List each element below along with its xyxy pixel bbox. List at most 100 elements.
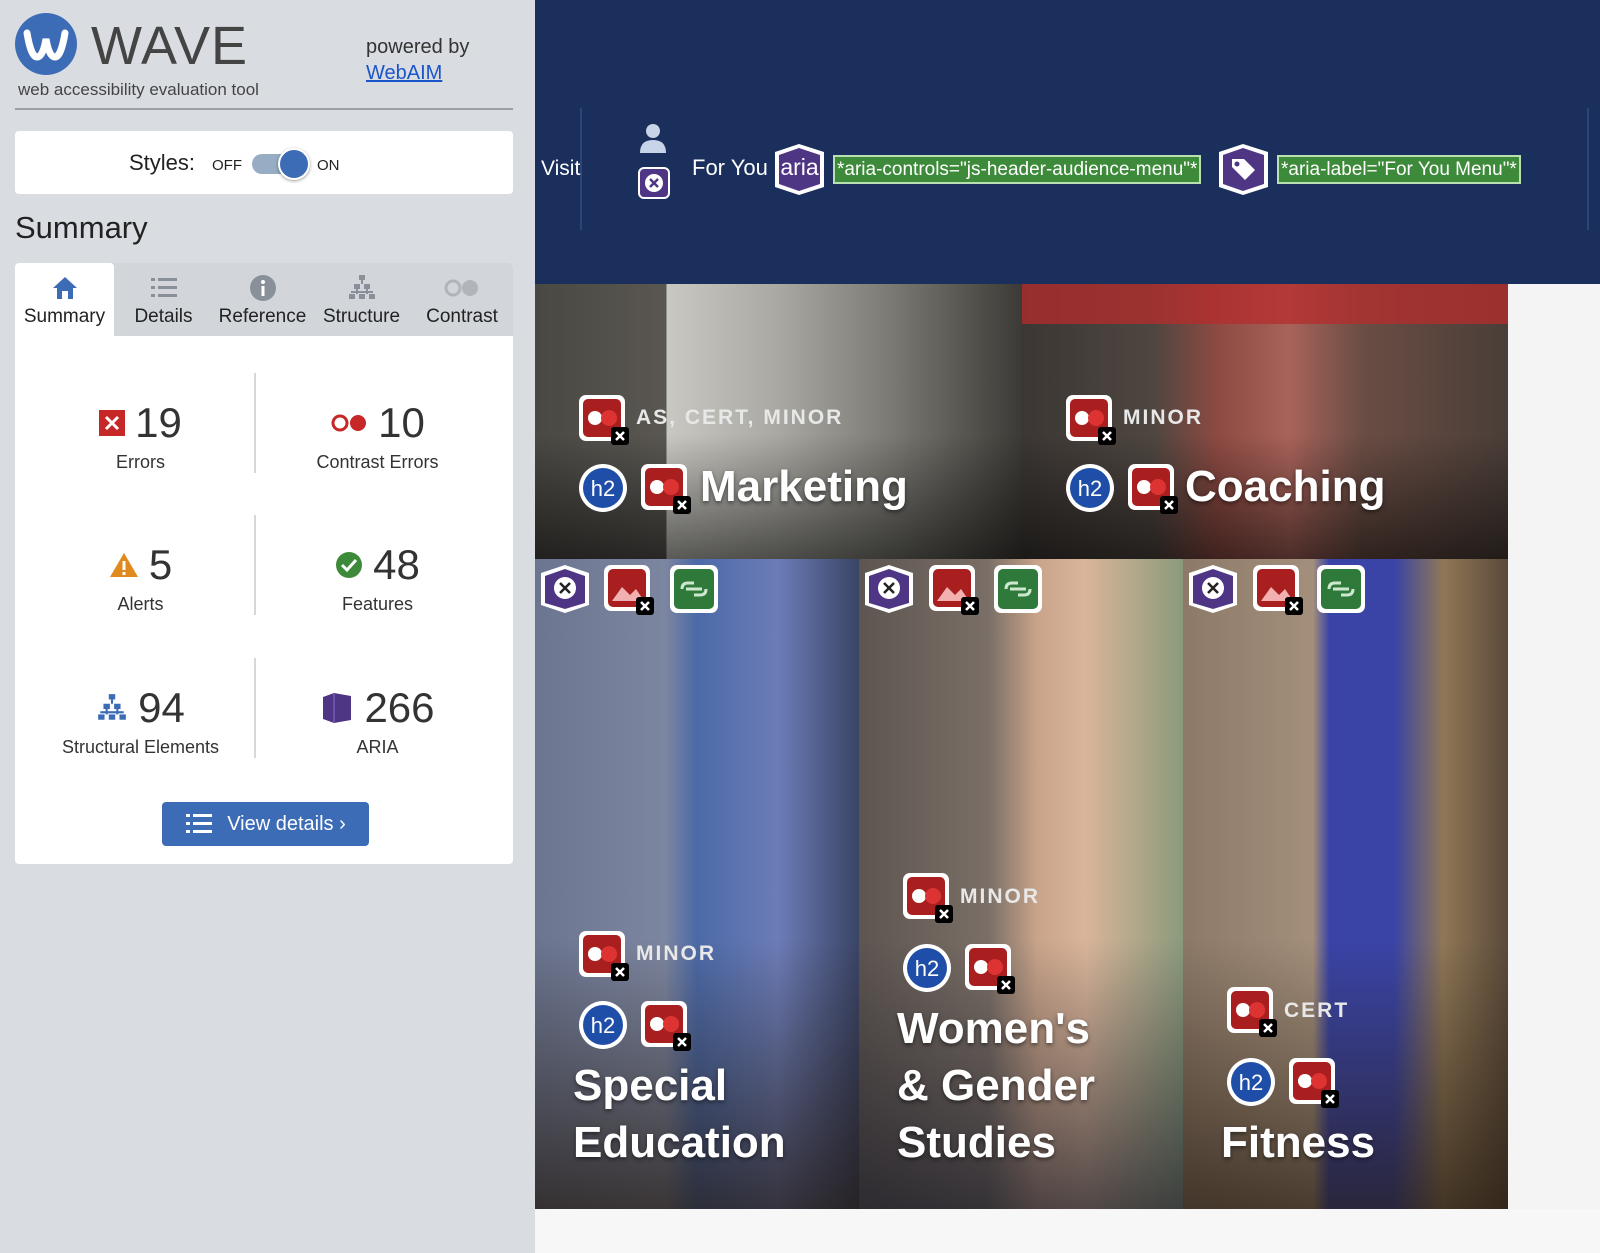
features-label: Features [341, 594, 414, 614]
alerts-label: Alerts [117, 594, 164, 614]
alt-error-icon[interactable] [863, 563, 915, 615]
contrast-error-icon [331, 414, 367, 432]
for-you-link[interactable]: For You [692, 155, 768, 181]
error-badge-icon[interactable] [901, 871, 953, 923]
aria-count: 266 [364, 684, 435, 731]
link-feature-icon[interactable] [668, 563, 720, 615]
tab-label: Reference [218, 306, 307, 327]
panel-tabs: Summary Details Reference Structure Cont… [15, 263, 513, 336]
aria-label-text: *aria-label="For You Menu"* [1277, 155, 1521, 184]
tile-title-line: Women's [897, 1004, 1091, 1053]
error-badge-icon[interactable] [639, 462, 691, 514]
tab-summary[interactable]: Summary [15, 263, 114, 336]
person-icon [640, 124, 666, 153]
link-feature-icon[interactable] [1315, 563, 1367, 615]
tag-icon [1219, 144, 1268, 195]
info-icon [249, 275, 276, 301]
aria-badge-text: aria [780, 154, 819, 180]
alt-error-icon[interactable] [539, 563, 591, 615]
stat-errors[interactable]: 19 Errors [23, 398, 258, 473]
tab-contrast[interactable]: Contrast [411, 263, 513, 336]
h2-icon[interactable]: h2 [901, 942, 953, 994]
tab-label: Details [134, 306, 193, 327]
error-badge-icon[interactable] [577, 393, 629, 445]
structure-icon [98, 694, 127, 720]
visit-link[interactable]: Visit [541, 157, 580, 181]
styles-toggle-box: Styles: OFF ON [15, 131, 513, 194]
webaim-link[interactable]: WebAIM [366, 60, 469, 86]
tile-title: Marketing [700, 462, 908, 511]
styles-toggle-knob[interactable] [278, 148, 310, 180]
error-icon [99, 410, 126, 436]
error-badge-icon[interactable] [577, 929, 629, 981]
page-preview: Visit For You aria *aria-controls="js-he… [535, 0, 1600, 1253]
tile-fitness[interactable] [1183, 559, 1508, 1209]
powered-by: powered by WebAIM [366, 34, 469, 86]
svg-text:h2: h2 [591, 476, 615, 501]
error-badge-icon[interactable] [1287, 1056, 1339, 1108]
image-error-icon[interactable] [1251, 563, 1303, 615]
structure-icon [348, 275, 375, 299]
tab-structure[interactable]: Structure [312, 263, 411, 336]
error-badge-icon[interactable] [963, 942, 1015, 994]
aria-label-badge[interactable] [1216, 142, 1271, 197]
svg-text:h2: h2 [1078, 476, 1102, 501]
h2-icon[interactable]: h2 [1064, 462, 1116, 514]
svg-text:h2: h2 [915, 956, 939, 981]
stat-aria[interactable]: 266 ARIA [260, 683, 495, 758]
tile-tag: MINOR [1123, 406, 1203, 429]
wave-logo-icon [15, 13, 77, 75]
error-badge-icon[interactable] [1126, 462, 1178, 514]
aria-icon [323, 693, 352, 723]
h2-icon[interactable]: h2 [577, 999, 629, 1051]
tab-label: Summary [23, 306, 106, 327]
contrast-icon [444, 279, 478, 297]
stat-alerts[interactable]: 5 Alerts [23, 540, 258, 615]
stat-features[interactable]: 48 Features [260, 540, 495, 615]
alt-error-icon[interactable] [638, 167, 670, 199]
view-details-button[interactable]: View details › [162, 802, 369, 846]
link-feature-icon[interactable] [992, 563, 1044, 615]
image-error-icon[interactable] [927, 563, 979, 615]
page-background [535, 1209, 1600, 1253]
stat-structural[interactable]: 94 Structural Elements [23, 683, 258, 758]
alert-icon [109, 553, 138, 577]
error-badge-icon[interactable] [639, 999, 691, 1051]
aria-controls-label: *aria-controls="js-header-audience-menu"… [833, 155, 1202, 184]
tile-tag: CERT [1284, 999, 1350, 1022]
nav-divider [580, 108, 582, 230]
panel-heading: Summary [15, 210, 148, 245]
svg-text:h2: h2 [1239, 1070, 1263, 1095]
tile-tag: AS, CERT, MINOR [636, 406, 844, 429]
list-icon [150, 278, 177, 297]
tile-title-line: Education [573, 1118, 786, 1167]
contrast-label: Contrast Errors [316, 452, 439, 472]
summary-panel: Summary Details Reference Structure Cont… [15, 263, 513, 864]
image-error-icon[interactable] [602, 563, 654, 615]
aria-badge[interactable]: aria [772, 142, 827, 197]
tile-title-line: Studies [897, 1118, 1056, 1167]
error-badge-icon[interactable] [1064, 393, 1116, 445]
error-badge-icon[interactable] [1225, 985, 1277, 1037]
styles-off-label: OFF [212, 157, 242, 174]
tile-title-line: Special [573, 1061, 728, 1110]
wave-logo-text: WAVE [91, 16, 249, 76]
tile-tag: MINOR [960, 885, 1040, 908]
wave-subtitle: web accessibility evaluation tool [18, 80, 259, 99]
divider [15, 108, 513, 110]
tab-details[interactable]: Details [114, 263, 213, 336]
home-icon [52, 277, 77, 299]
features-count: 48 [373, 541, 420, 588]
h2-icon[interactable]: h2 [1225, 1056, 1277, 1108]
wave-sidebar: WAVE web accessibility evaluation tool p… [0, 0, 535, 1253]
tile-tag: MINOR [636, 942, 716, 965]
structural-label: Structural Elements [61, 737, 220, 757]
alt-error-icon[interactable] [1187, 563, 1239, 615]
errors-label: Errors [116, 452, 165, 472]
stat-contrast[interactable]: 10 Contrast Errors [260, 398, 495, 473]
h2-icon[interactable]: h2 [577, 462, 629, 514]
tile-title: Fitness [1221, 1118, 1376, 1167]
list-icon [186, 814, 213, 833]
nav-divider [1587, 108, 1589, 230]
tab-reference[interactable]: Reference [213, 263, 312, 336]
